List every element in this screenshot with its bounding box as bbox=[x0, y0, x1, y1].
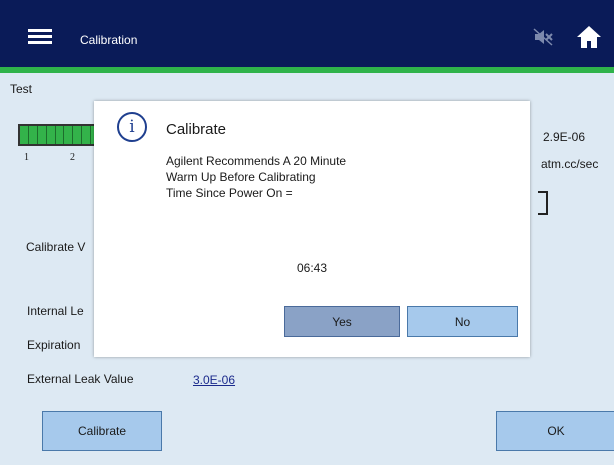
header-accent-bar bbox=[0, 67, 614, 73]
external-leak-value-field[interactable]: 3.0E-06 bbox=[193, 373, 235, 387]
external-leak-label: External Leak Value bbox=[27, 372, 134, 386]
value-bracket bbox=[538, 191, 548, 215]
page-title: Calibration bbox=[80, 33, 138, 47]
leak-rate-bargraph bbox=[18, 124, 102, 146]
dialog-message-line: Time Since Power On = bbox=[166, 186, 293, 200]
dialog-title: Calibrate bbox=[166, 121, 227, 138]
leak-rate-reading: 2.9E-06 bbox=[543, 130, 586, 144]
leak-rate-units: atm.cc/sec bbox=[541, 157, 599, 171]
yes-button[interactable]: Yes bbox=[284, 306, 400, 337]
calibrate-dialog: i Calibrate Agilent Recommends A 20 Minu… bbox=[94, 101, 530, 357]
app-header: Calibration bbox=[0, 0, 614, 67]
dialog-message: Agilent Recommends A 20 Minute Warm Up B… bbox=[166, 153, 346, 201]
hamburger-menu-icon[interactable] bbox=[28, 29, 52, 44]
bargraph-scale-label: 1 bbox=[24, 152, 29, 163]
home-icon[interactable] bbox=[576, 24, 602, 50]
time-since-power-on: 06:43 bbox=[296, 261, 328, 275]
speaker-muted-icon[interactable] bbox=[533, 28, 553, 46]
calibrate-button[interactable]: Calibrate bbox=[42, 411, 162, 451]
expiration-label: Expiration bbox=[27, 338, 81, 352]
no-button[interactable]: No bbox=[407, 306, 518, 337]
dialog-message-line: Agilent Recommends A 20 Minute bbox=[166, 154, 347, 168]
ok-button[interactable]: OK bbox=[496, 411, 614, 451]
internal-leak-label: Internal Le bbox=[27, 304, 84, 318]
bargraph-scale-label: 2 bbox=[70, 152, 75, 163]
info-icon: i bbox=[117, 112, 147, 142]
calibrate-value-label: Calibrate V bbox=[26, 240, 86, 254]
tab-test[interactable]: Test bbox=[10, 82, 32, 96]
dialog-message-line: Warm Up Before Calibrating bbox=[166, 170, 316, 184]
